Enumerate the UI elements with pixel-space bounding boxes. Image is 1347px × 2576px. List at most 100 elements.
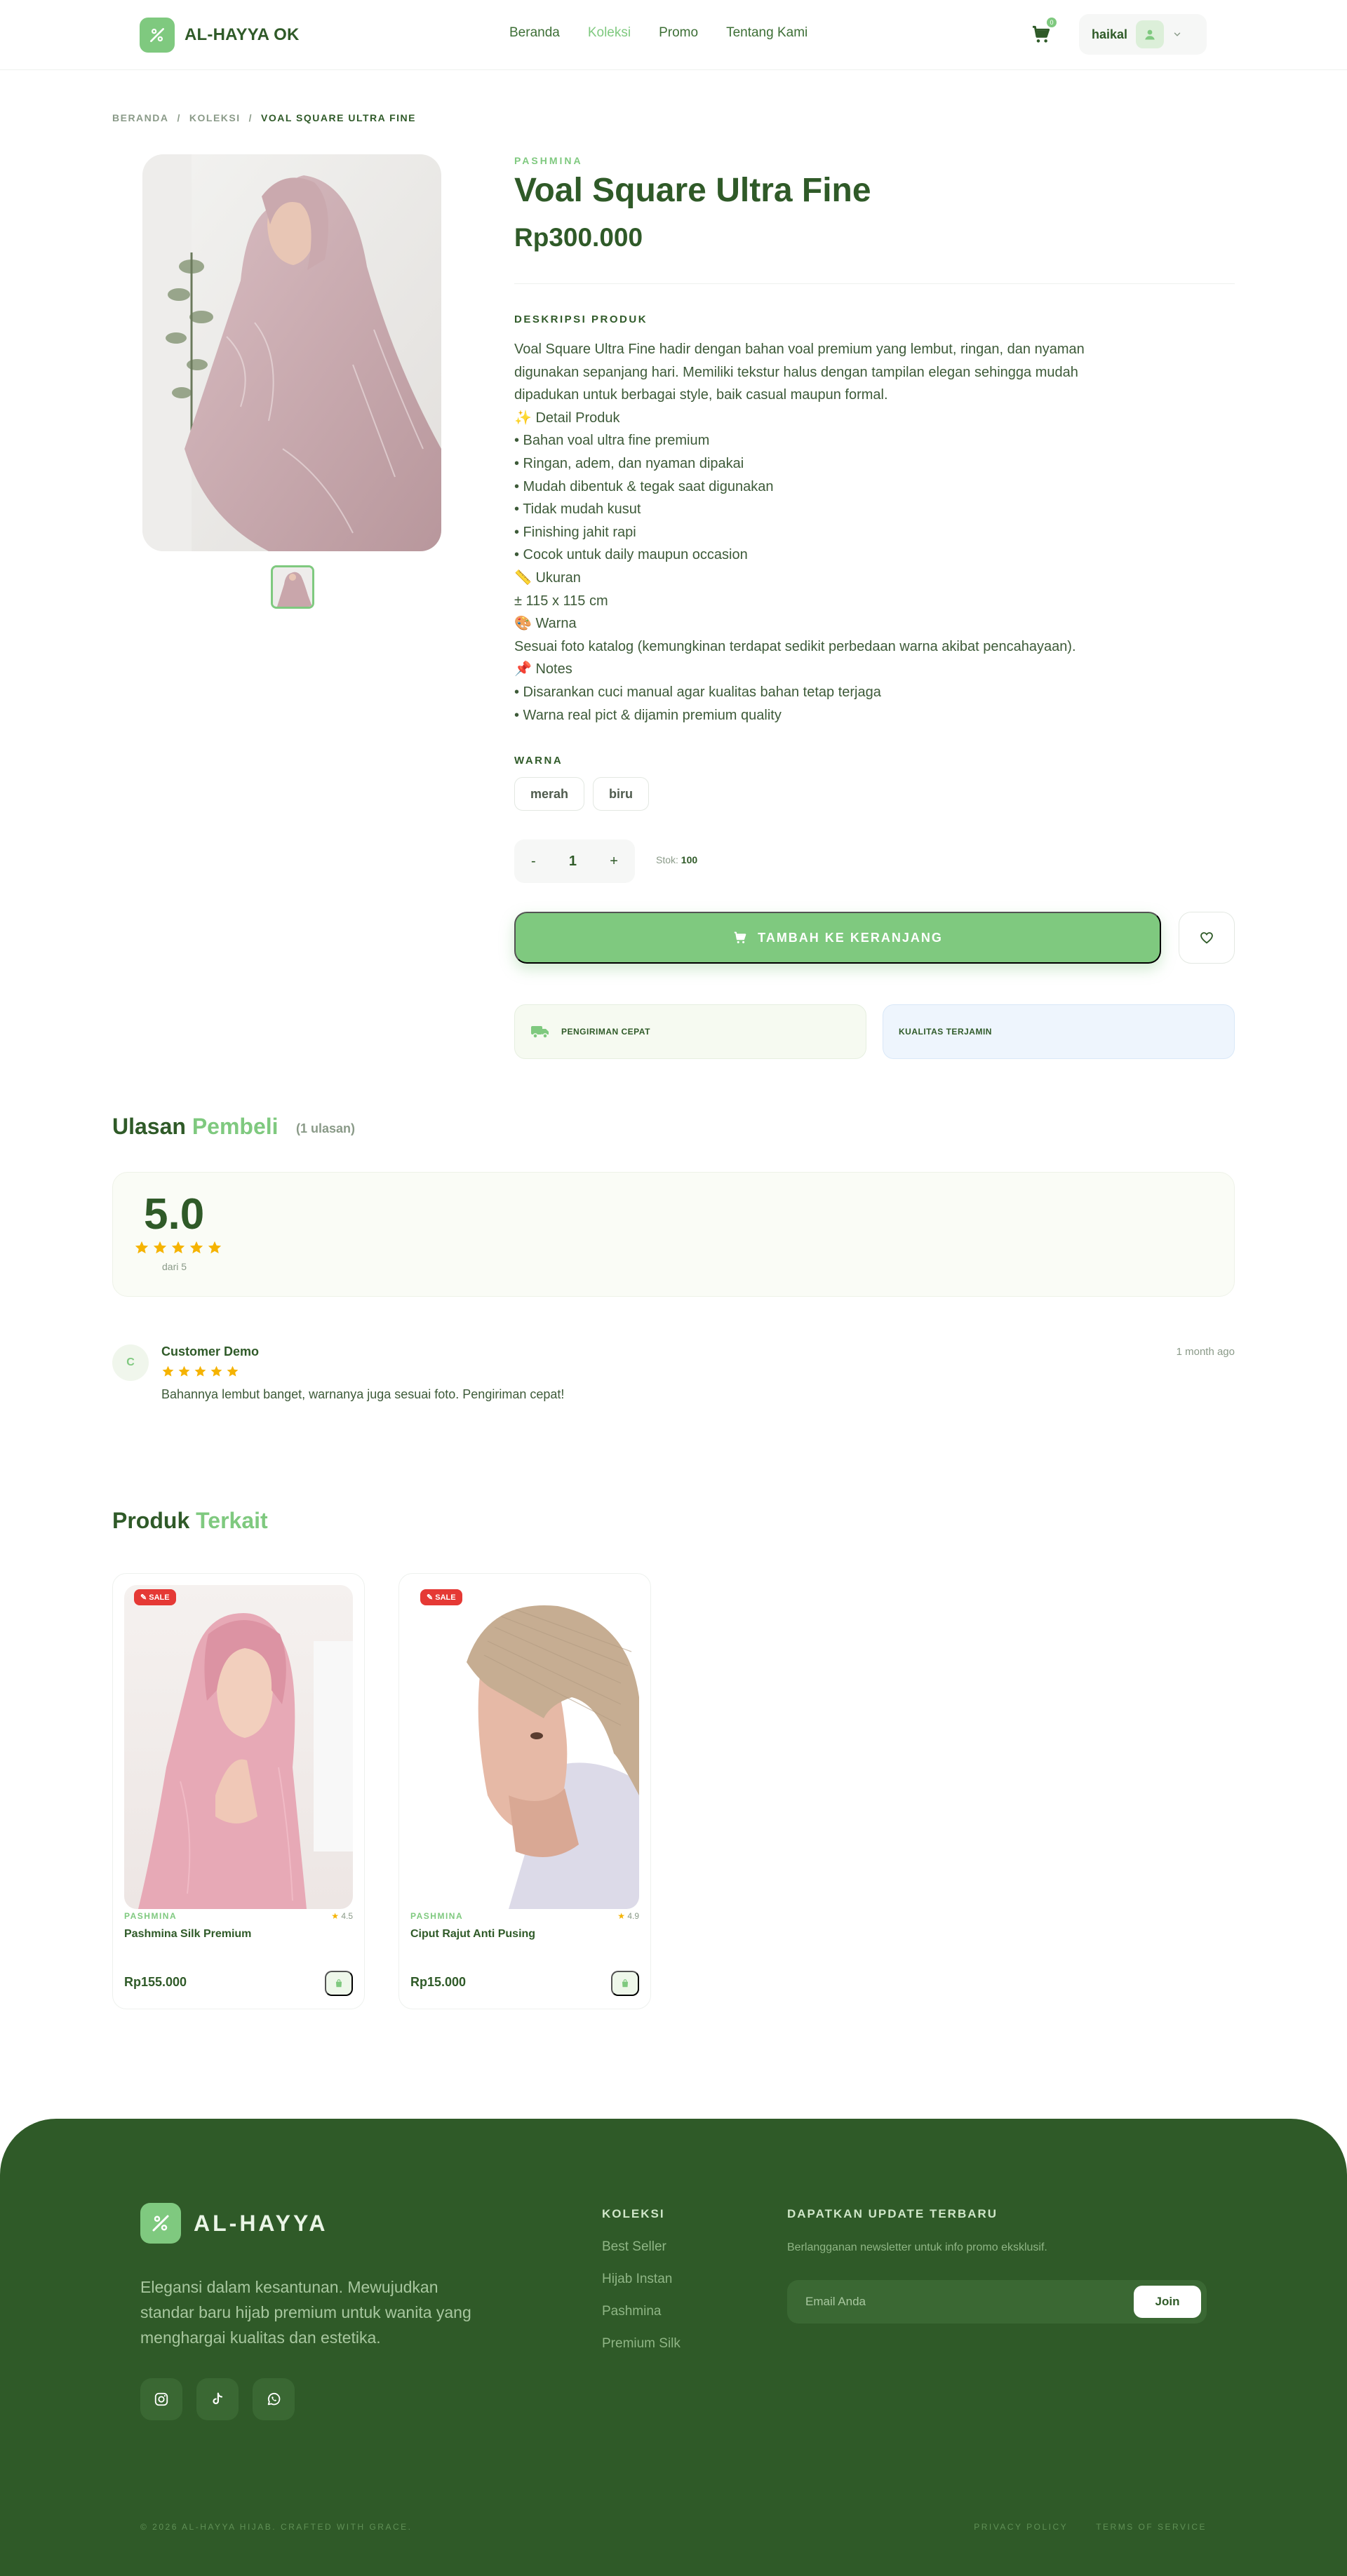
reviewer-avatar: C — [112, 1344, 149, 1381]
description-line: ✨ Detail Produk — [514, 410, 620, 426]
breadcrumb-separator: / — [248, 112, 253, 123]
product-card-rating: ★ 4.5 — [331, 1911, 353, 1921]
breadcrumb-home[interactable]: BERANDA — [112, 112, 169, 123]
star-icon — [227, 1365, 239, 1377]
footer-link-premium-silk[interactable]: Premium Silk — [602, 2336, 681, 2352]
footer-legal-links: PRIVACY POLICY TERMS OF SERVICE — [974, 2522, 1207, 2532]
nav-promo[interactable]: Promo — [659, 25, 698, 41]
divider — [514, 283, 1235, 284]
description-line: dipadukan untuk berbagai style, baik cas… — [514, 387, 888, 403]
tiktok-link[interactable] — [196, 2378, 239, 2420]
product-card[interactable]: ✎ SALE PASHMINA ★ 4.9 Ciput Rajut Anti P… — [398, 1573, 651, 2009]
whatsapp-icon — [267, 2392, 281, 2406]
description-line: • Mudah dibentuk & tegak saat digunakan — [514, 478, 774, 494]
description-line: • Disarankan cuci manual agar kualitas b… — [514, 684, 881, 700]
stock-label: Stok: — [656, 854, 678, 865]
reviews-heading-a: Ulasan — [112, 1114, 186, 1139]
main-nav: Beranda Koleksi Promo Tentang Kami — [509, 25, 807, 41]
truck-icon — [531, 1026, 549, 1039]
footer-brand-name: AL-HAYYA — [194, 2210, 328, 2236]
product-description: Voal Square Ultra Fine hadir dengan baha… — [514, 338, 1223, 727]
product-card-rating: ★ 4.9 — [617, 1911, 639, 1921]
sale-badge: ✎ SALE — [420, 1589, 462, 1605]
star-icon — [135, 1241, 149, 1254]
logo-icon — [140, 18, 175, 53]
feature-quality: KUALITAS TERJAMIN — [883, 1004, 1235, 1059]
nav-koleksi[interactable]: Koleksi — [588, 25, 631, 41]
product-card-image[interactable]: ✎ SALE — [124, 1585, 353, 1909]
color-option-merah[interactable]: merah — [514, 777, 585, 811]
review-text: Bahannya lembut banget, warnanya juga se… — [161, 1387, 565, 1401]
description-line: • Warna real pict & dijamin premium qual… — [514, 707, 782, 723]
review-stars — [161, 1365, 239, 1378]
product-main-image[interactable] — [142, 154, 441, 551]
user-menu[interactable]: haikal — [1079, 14, 1207, 55]
star-icon — [162, 1365, 174, 1377]
footer-link-pashmina[interactable]: Pashmina — [602, 2304, 681, 2319]
privacy-policy-link[interactable]: PRIVACY POLICY — [974, 2522, 1068, 2532]
related-heading-a: Produk — [112, 1508, 190, 1533]
product-card-price: Rp15.000 — [410, 1975, 467, 1989]
footer-link-best-seller[interactable]: Best Seller — [602, 2239, 681, 2255]
newsletter-join-button[interactable]: Join — [1134, 2286, 1201, 2318]
description-line: • Finishing jahit rapi — [514, 524, 636, 540]
quantity-decrease-button[interactable]: - — [531, 854, 536, 870]
instagram-link[interactable] — [140, 2378, 182, 2420]
terms-of-service-link[interactable]: TERMS OF SERVICE — [1096, 2522, 1207, 2532]
quick-add-button[interactable] — [325, 1971, 353, 1996]
add-to-cart-button[interactable]: TAMBAH KE KERANJANG — [514, 912, 1161, 964]
logo-icon — [140, 2203, 181, 2244]
newsletter-heading: DAPATKAN UPDATE TERBARU — [787, 2207, 998, 2220]
bag-icon — [622, 1979, 629, 1988]
star-icon — [210, 1365, 222, 1377]
social-links — [140, 2378, 295, 2420]
product-category: PASHMINA — [514, 155, 583, 166]
rating-score: 5.0 — [144, 1190, 205, 1239]
quick-add-button[interactable] — [611, 1971, 639, 1996]
sale-badge-label: SALE — [149, 1593, 170, 1602]
site-footer: AL-HAYYA Elegansi dalam kesantunan. Mewu… — [0, 2119, 1347, 2576]
reviews-heading: Ulasan Pembeli — [112, 1114, 279, 1140]
description-line: • Cocok untuk daily maupun occasion — [514, 547, 748, 563]
breadcrumb-separator: / — [177, 112, 181, 123]
quantity-increase-button[interactable]: + — [610, 854, 618, 870]
description-line: • Ringan, adem, dan nyaman dipakai — [514, 455, 744, 471]
description-line: ± 115 x 115 cm — [514, 593, 608, 609]
footer-brand[interactable]: AL-HAYYA — [140, 2203, 328, 2244]
newsletter-email-input[interactable] — [805, 2295, 1086, 2309]
add-to-cart-label: TAMBAH KE KERANJANG — [758, 930, 943, 945]
product-thumbnail[interactable] — [271, 565, 314, 609]
product-title: Voal Square Ultra Fine — [514, 172, 871, 209]
product-card[interactable]: ✎ SALE PASHMINA ★ 4.5 Pashmina Silk Prem… — [112, 1573, 365, 2009]
whatsapp-link[interactable] — [253, 2378, 295, 2420]
description-line: 📏 Ukuran — [514, 569, 581, 586]
related-heading: Produk Terkait — [112, 1508, 268, 1534]
footer-collections-heading: KOLEKSI — [602, 2207, 665, 2220]
product-card-name[interactable]: Pashmina Silk Premium — [124, 1928, 251, 1941]
stock-value: 100 — [681, 854, 698, 865]
description-line: 📌 Notes — [514, 661, 572, 677]
product-card-image[interactable]: ✎ SALE — [410, 1585, 639, 1909]
product-card-category: PASHMINA — [410, 1911, 464, 1921]
quantity-value[interactable]: 1 — [569, 854, 577, 870]
cart-button[interactable]: 0 — [1030, 18, 1057, 47]
star-icon — [208, 1241, 222, 1254]
color-option-biru[interactable]: biru — [593, 777, 650, 811]
description-line: digunakan sepanjang hari. Memiliki tekst… — [514, 364, 1078, 380]
description-line: • Tidak mudah kusut — [514, 501, 641, 518]
footer-link-hijab-instan[interactable]: Hijab Instan — [602, 2272, 681, 2287]
wishlist-button[interactable] — [1179, 912, 1235, 964]
review-item: C Customer Demo Bahannya lembut banget, … — [112, 1342, 1235, 1405]
nav-tentang-kami[interactable]: Tentang Kami — [726, 25, 807, 41]
cart-count-badge: 0 — [1047, 18, 1057, 27]
review-count: (1 ulasan) — [296, 1121, 356, 1135]
bag-icon — [335, 1979, 342, 1988]
page: AL-HAYYA OK Beranda Koleksi Promo Tentan… — [0, 0, 1347, 2576]
product-card-name[interactable]: Ciput Rajut Anti Pusing — [410, 1928, 535, 1941]
nav-beranda[interactable]: Beranda — [509, 25, 560, 41]
breadcrumb: BERANDA / KOLEKSI / VOAL SQUARE ULTRA FI… — [112, 112, 416, 123]
brand-logo[interactable]: AL-HAYYA OK — [140, 18, 300, 53]
feature-label: KUALITAS TERJAMIN — [899, 1027, 992, 1037]
breadcrumb-collection[interactable]: KOLEKSI — [189, 112, 241, 123]
product-card-price: Rp155.000 — [124, 1975, 187, 1989]
